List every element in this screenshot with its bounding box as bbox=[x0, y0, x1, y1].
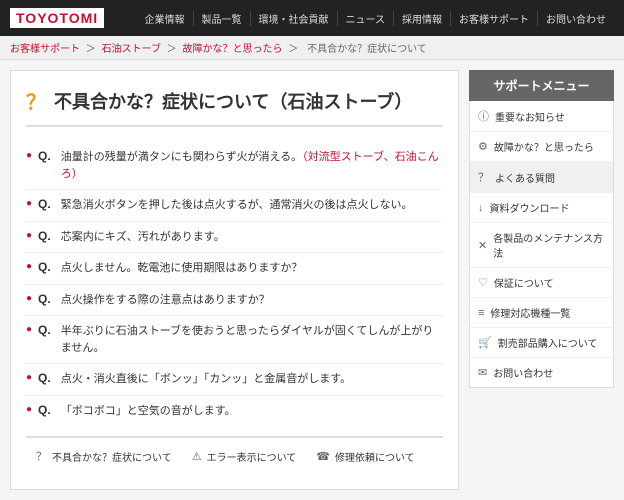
sidebar-maintenance-label: 各製品のメンテナンス方法 bbox=[493, 230, 605, 260]
page-title-wrapper: ？ 不具合かな？症状について（石油ストーブ） bbox=[26, 86, 443, 127]
footer-faq-repair-label: 修理依頼について bbox=[335, 449, 415, 464]
sidebar-item-warranty[interactable]: ♡ 保証について bbox=[470, 268, 613, 298]
sidebar-download-label: 資料ダウンロード bbox=[490, 200, 570, 215]
sidebar-item-download[interactable]: ↓ 資料ダウンロード bbox=[470, 193, 613, 223]
footer-faq-symptoms-label: 不具合かな？症状について bbox=[52, 449, 172, 464]
faq-q-2: Q. bbox=[38, 197, 51, 211]
faq-text-2: 緊急消火ボタンを押した後は点火するが、通常消火の後は点火しない。 bbox=[61, 197, 413, 214]
sidebar-item-notice[interactable]: ⓘ 重要なお知らせ bbox=[470, 101, 613, 132]
faq-list: ● Q. 油量計の残量が満タンにも関わらず火が消える。（対流型ストーブ、石油こん… bbox=[26, 142, 443, 426]
nav-recruit[interactable]: 採用情報 bbox=[394, 11, 451, 26]
sidebar-menu: ⓘ 重要なお知らせ ⚙ 故障かな？と思ったら ？ よくある質問 ↓ 資料ダウンロ… bbox=[469, 101, 614, 388]
sidebar-warranty-label: 保証について bbox=[494, 275, 554, 290]
sidebar-item-trouble[interactable]: ⚙ 故障かな？と思ったら bbox=[470, 132, 613, 162]
footer-faq-nav: ？ 不具合かな？症状について ⚠ エラー表示について ☎ 修理依頼について bbox=[26, 436, 443, 474]
logo[interactable]: TOYOTOMI bbox=[10, 8, 104, 28]
faq-link-1[interactable]: （対流型ストーブ、石油こんろ） bbox=[61, 151, 439, 180]
breadcrumb-current: 不具合かな？症状について bbox=[307, 44, 427, 55]
nav-products[interactable]: 製品一覧 bbox=[194, 11, 251, 26]
breadcrumb-sep2: ＞ bbox=[167, 44, 180, 55]
nav-company[interactable]: 企業情報 bbox=[137, 11, 194, 26]
sidebar-item-repair-models[interactable]: ≡ 修理対応機種一覧 bbox=[470, 298, 613, 328]
info-icon: ⓘ bbox=[478, 108, 489, 124]
footer-faq-error-label: エラー表示について bbox=[207, 449, 297, 464]
download-icon: ↓ bbox=[478, 202, 484, 214]
sidebar-notice-label: 重要なお知らせ bbox=[495, 109, 565, 124]
tool-icon: ✕ bbox=[478, 239, 487, 252]
sidebar-title: サポートメニュー bbox=[469, 70, 614, 101]
faq-q-7: Q. bbox=[38, 371, 51, 385]
footer-faq-error[interactable]: ⚠ エラー表示について bbox=[192, 448, 297, 464]
breadcrumb-trouble[interactable]: 故障かな？と思ったら bbox=[183, 44, 283, 55]
sidebar-trouble-label: 故障かな？と思ったら bbox=[494, 139, 594, 154]
main-wrapper: ？ 不具合かな？症状について（石油ストーブ） ● Q. 油量計の残量が満タンにも… bbox=[0, 60, 624, 500]
title-question-icon: ？ bbox=[26, 86, 46, 115]
faq-text-6: 半年ぶりに石油ストーブを使おうと思ったらダイヤルが固くてしんが上がりません。 bbox=[61, 323, 443, 356]
list-icon: ≡ bbox=[478, 307, 484, 319]
faq-item-3[interactable]: ● Q. 芯案内にキズ、汚れがあります。 bbox=[26, 222, 443, 254]
cart-icon: 🛒 bbox=[478, 336, 492, 349]
content-area: ？ 不具合かな？症状について（石油ストーブ） ● Q. 油量計の残量が満タンにも… bbox=[10, 70, 459, 490]
breadcrumb-sep3: ＞ bbox=[288, 44, 301, 55]
faq-item-7[interactable]: ● Q. 点火・消火直後に「ボンッ」「カンッ」と金属音がします。 bbox=[26, 364, 443, 396]
faq-q-4: Q. bbox=[38, 260, 51, 274]
wrench-icon: ⚙ bbox=[478, 140, 488, 153]
sidebar-item-maintenance[interactable]: ✕ 各製品のメンテナンス方法 bbox=[470, 223, 613, 268]
footer-warning-icon: ⚠ bbox=[192, 450, 202, 463]
faq-text-4: 点火しません。乾電池に使用期限はありますか？ bbox=[61, 260, 303, 277]
faq-item-5[interactable]: ● Q. 点火操作をする際の注意点はありますか？ bbox=[26, 285, 443, 317]
footer-question-icon: ？ bbox=[36, 448, 47, 464]
faq-q-1: Q. bbox=[38, 149, 51, 163]
faq-q-5: Q. bbox=[38, 292, 51, 306]
breadcrumb-sep1: ＞ bbox=[86, 44, 99, 55]
heart-icon: ♡ bbox=[478, 276, 488, 289]
faq-bullet-2: ● bbox=[26, 198, 32, 209]
faq-bullet-4: ● bbox=[26, 261, 32, 272]
faq-q-6: Q. bbox=[38, 323, 51, 337]
question-icon: ？ bbox=[478, 169, 489, 185]
faq-item-4[interactable]: ● Q. 点火しません。乾電池に使用期限はありますか？ bbox=[26, 253, 443, 285]
breadcrumb-support[interactable]: お客様サポート bbox=[10, 44, 80, 55]
footer-faq-repair[interactable]: ☎ 修理依頼について bbox=[316, 448, 414, 464]
mail-icon: ✉ bbox=[478, 366, 487, 379]
faq-bullet-1: ● bbox=[26, 150, 32, 161]
sidebar-repair-models-label: 修理対応機種一覧 bbox=[490, 305, 570, 320]
faq-bullet-8: ● bbox=[26, 404, 32, 415]
faq-q-8: Q. bbox=[38, 403, 51, 417]
main-nav: 企業情報 製品一覧 環境・社会貢献 ニュース 採用情報 お客様サポート お問い合… bbox=[137, 11, 615, 26]
page-title: 不具合かな？症状について（石油ストーブ） bbox=[54, 88, 412, 114]
faq-item-1[interactable]: ● Q. 油量計の残量が満タンにも関わらず火が消える。（対流型ストーブ、石油こん… bbox=[26, 142, 443, 190]
faq-bullet-7: ● bbox=[26, 372, 32, 383]
faq-bullet-6: ● bbox=[26, 324, 32, 335]
faq-text-3: 芯案内にキズ、汚れがあります。 bbox=[61, 229, 225, 246]
faq-text-1: 油量計の残量が満タンにも関わらず火が消える。（対流型ストーブ、石油こんろ） bbox=[61, 149, 443, 182]
footer-phone-icon: ☎ bbox=[316, 450, 330, 463]
sidebar-item-contact[interactable]: ✉ お問い合わせ bbox=[470, 358, 613, 387]
breadcrumb-stove[interactable]: 石油ストーブ bbox=[102, 44, 161, 55]
sidebar-item-faq[interactable]: ？ よくある質問 bbox=[470, 162, 613, 193]
header: TOYOTOMI 企業情報 製品一覧 環境・社会貢献 ニュース 採用情報 お客様… bbox=[0, 0, 624, 36]
nav-support[interactable]: お客様サポート bbox=[451, 11, 538, 26]
sidebar-faq-label: よくある質問 bbox=[495, 170, 555, 185]
sidebar-contact-label: お問い合わせ bbox=[493, 365, 553, 380]
faq-item-6[interactable]: ● Q. 半年ぶりに石油ストーブを使おうと思ったらダイヤルが固くてしんが上がりま… bbox=[26, 316, 443, 364]
sidebar: サポートメニュー ⓘ 重要なお知らせ ⚙ 故障かな？と思ったら ？ よくある質問… bbox=[469, 70, 614, 490]
breadcrumb: お客様サポート ＞ 石油ストーブ ＞ 故障かな？と思ったら ＞ 不具合かな？症状… bbox=[0, 36, 624, 60]
faq-text-5: 点火操作をする際の注意点はありますか？ bbox=[61, 292, 270, 309]
faq-item-2[interactable]: ● Q. 緊急消火ボタンを押した後は点火するが、通常消火の後は点火しない。 bbox=[26, 190, 443, 222]
faq-item-8[interactable]: ● Q. 「ボコボコ」と空気の音がします。 bbox=[26, 396, 443, 427]
nav-csr[interactable]: 環境・社会貢献 bbox=[251, 11, 338, 26]
faq-bullet-5: ● bbox=[26, 293, 32, 304]
faq-text-8: 「ボコボコ」と空気の音がします。 bbox=[61, 403, 236, 420]
faq-q-3: Q. bbox=[38, 229, 51, 243]
footer-faq-symptoms[interactable]: ？ 不具合かな？症状について bbox=[36, 448, 172, 464]
nav-news[interactable]: ニュース bbox=[338, 11, 395, 26]
sidebar-parts-label: 割売部品購入について bbox=[498, 335, 598, 350]
faq-bullet-3: ● bbox=[26, 230, 32, 241]
sidebar-item-parts[interactable]: 🛒 割売部品購入について bbox=[470, 328, 613, 358]
faq-text-7: 点火・消火直後に「ボンッ」「カンッ」と金属音がします。 bbox=[61, 371, 351, 388]
nav-contact[interactable]: お問い合わせ bbox=[538, 11, 614, 26]
